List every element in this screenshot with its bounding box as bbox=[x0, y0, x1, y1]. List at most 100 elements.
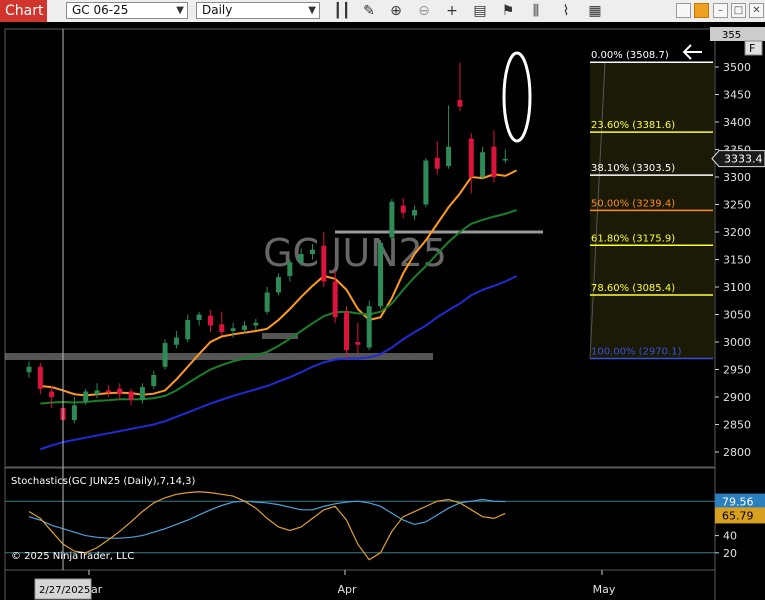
strategies-icon[interactable]: ⚑ bbox=[498, 1, 518, 21]
copyright-text: © 2025 NinjaTrader, LLC bbox=[11, 551, 134, 562]
candle-body bbox=[502, 158, 508, 161]
candle-body bbox=[344, 311, 350, 351]
candle-body bbox=[230, 328, 236, 331]
candle-body bbox=[49, 391, 55, 397]
top-price-value: 355 bbox=[722, 30, 741, 41]
data-box-icon[interactable]: ▤ bbox=[470, 1, 490, 21]
candle-body bbox=[275, 277, 281, 293]
candle-body bbox=[219, 324, 225, 333]
price-label: 3050 bbox=[723, 309, 751, 322]
fib-level-label: 23.60% (3381.6) bbox=[591, 120, 675, 131]
properties-icon[interactable]: ▦ bbox=[585, 1, 605, 21]
stoch-k-value: 79.56 bbox=[722, 496, 754, 509]
candle-body bbox=[298, 254, 304, 263]
candle-body bbox=[468, 138, 474, 177]
candle-body bbox=[207, 315, 213, 326]
candle-body bbox=[253, 322, 259, 326]
zoom-out-icon[interactable]: ⊖ bbox=[414, 1, 434, 21]
stoch-label: Stochastics(GC JUN25 (Daily),7,14,3) bbox=[11, 476, 196, 487]
chevron-down-icon: ▼ bbox=[308, 5, 316, 16]
chevron-down-icon: ▼ bbox=[176, 5, 184, 16]
candle-body bbox=[491, 146, 497, 177]
price-label: 3450 bbox=[723, 89, 751, 102]
f-label: F bbox=[749, 42, 755, 55]
candle-body bbox=[366, 306, 372, 348]
candle-body bbox=[378, 243, 384, 307]
price-label: 3200 bbox=[723, 226, 751, 239]
candle-body bbox=[196, 314, 202, 320]
price-label: 3150 bbox=[723, 254, 751, 267]
candle-body bbox=[71, 405, 77, 421]
zoom-in-icon[interactable]: ⊕ bbox=[386, 1, 406, 21]
fib-level-label: 100.00% (2970.1) bbox=[591, 346, 682, 357]
candle-body bbox=[241, 325, 247, 330]
price-label: 3300 bbox=[723, 171, 751, 184]
stoch-d-value: 65.79 bbox=[722, 509, 754, 522]
candle-body bbox=[151, 375, 157, 386]
candle-body bbox=[94, 390, 100, 395]
fib-level-label: 61.80% (3175.9) bbox=[591, 233, 675, 244]
interval-selector[interactable]: Daily ▼ bbox=[196, 2, 320, 19]
minimize-icon[interactable]: – bbox=[713, 3, 728, 18]
fib-level-label: 50.00% (3239.4) bbox=[591, 198, 675, 209]
candle-body bbox=[412, 210, 418, 216]
close-icon[interactable]: ✕ bbox=[749, 3, 764, 18]
candle-body bbox=[355, 342, 361, 345]
draw-pencil-icon[interactable]: ✎ bbox=[359, 1, 379, 21]
cursor-date: 2/27/2025 bbox=[39, 585, 90, 596]
price-label: 3400 bbox=[723, 116, 751, 129]
fib-level-label: 0.00% (3508.7) bbox=[591, 50, 669, 61]
candle-body bbox=[400, 205, 406, 213]
chart-toolbar: Chart GC 06-25 ▼ Daily ▼ ┃┃ ✎ ⊕ ⊖ + ▤ ⚑ … bbox=[0, 0, 765, 23]
candle-body bbox=[310, 249, 315, 254]
instrument-value: GC 06-25 bbox=[72, 3, 129, 17]
price-label: 3250 bbox=[723, 199, 751, 212]
candle-body bbox=[139, 387, 145, 400]
candle-body bbox=[26, 366, 32, 373]
price-label: 2900 bbox=[723, 391, 751, 404]
candle-body bbox=[162, 343, 168, 367]
candle-body bbox=[105, 390, 111, 393]
fib-level-label: 38.10% (3303.5) bbox=[591, 163, 675, 174]
minimize-button[interactable] bbox=[676, 3, 691, 18]
date-label: May bbox=[593, 583, 616, 596]
candle-body bbox=[457, 100, 463, 107]
candle-body bbox=[434, 157, 440, 169]
price-label: 3500 bbox=[723, 61, 751, 74]
indicators-icon[interactable]: ⫼ bbox=[526, 1, 546, 21]
candle-body bbox=[332, 281, 338, 318]
fib-level-label: 78.60% (3085.4) bbox=[591, 283, 675, 294]
candle-body bbox=[117, 388, 123, 395]
price-label: 2950 bbox=[723, 364, 751, 377]
templates-icon[interactable]: ⌇ bbox=[556, 1, 576, 21]
price-label: 2800 bbox=[723, 446, 751, 459]
instrument-selector[interactable]: GC 06-25 ▼ bbox=[66, 2, 188, 19]
candle-body bbox=[480, 152, 486, 177]
date-label: ar bbox=[91, 583, 103, 596]
bar-type-icon[interactable]: ┃┃ bbox=[332, 1, 352, 21]
stoch-tick-label: 40 bbox=[723, 530, 737, 543]
candle-body bbox=[83, 391, 89, 402]
interval-value: Daily bbox=[202, 3, 233, 17]
candle-body bbox=[173, 337, 179, 345]
price-label: 3000 bbox=[723, 336, 751, 349]
price-chart[interactable]: 0.00% (3508.7) 23.60% (3381.6) 38.10% (330… bbox=[0, 22, 765, 600]
current-price-value: 3333.4 bbox=[724, 153, 763, 166]
link-button[interactable] bbox=[694, 3, 709, 18]
chart-tab[interactable]: Chart bbox=[0, 0, 47, 22]
price-label: 3100 bbox=[723, 281, 751, 294]
candle-body bbox=[185, 320, 191, 340]
price-label: 2850 bbox=[723, 419, 751, 432]
stoch-tick-label: 20 bbox=[723, 547, 737, 560]
candle-body bbox=[264, 292, 270, 312]
candle-body bbox=[37, 366, 43, 389]
candle-body bbox=[423, 160, 429, 205]
date-label: Apr bbox=[337, 583, 357, 596]
candle-body bbox=[321, 245, 327, 282]
crosshair-icon[interactable]: + bbox=[442, 1, 462, 21]
candle-body bbox=[287, 262, 293, 276]
candle-body bbox=[128, 391, 134, 400]
maximize-icon[interactable]: □ bbox=[731, 3, 746, 18]
current-price-marker: 3333.4 bbox=[711, 150, 765, 168]
candle-body bbox=[389, 201, 395, 238]
